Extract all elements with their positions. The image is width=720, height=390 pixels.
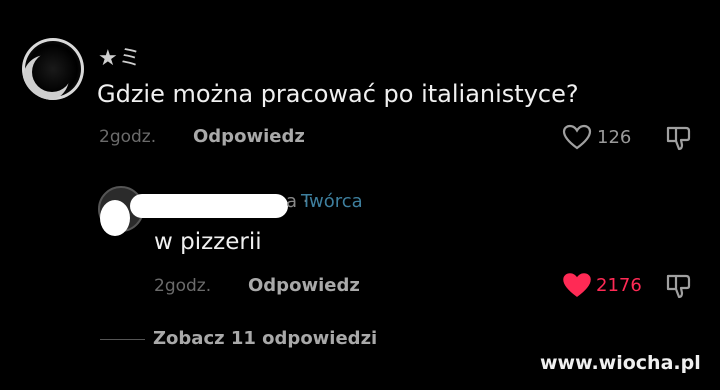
view-replies-button[interactable]: Zobacz 11 odpowiedzi [153,328,377,349]
comment-username[interactable]: ★ミ [98,40,142,72]
reply-text: w pizzerii [154,229,262,255]
heart-filled-icon[interactable] [562,272,592,298]
dislike-icon[interactable] [664,272,692,300]
reply-button[interactable]: Odpowiedz [193,126,305,147]
like-count: 2176 [596,275,642,296]
heart-icon[interactable] [562,124,592,150]
reply-button[interactable]: Odpowiedz [248,275,360,296]
comment-time: 2godz. [99,127,157,147]
like-count: 126 [597,127,632,148]
watermark: www.wiocha.pl [540,352,701,374]
comment-text: Gdzie można pracować po italianistyce? [97,80,579,108]
divider [100,339,145,340]
redaction-mark [130,194,288,218]
creator-badge: Twórca [301,191,363,212]
reply-time: 2godz. [154,276,212,296]
avatar[interactable] [22,38,84,100]
redaction-mark [100,200,130,236]
dislike-icon[interactable] [664,124,692,152]
